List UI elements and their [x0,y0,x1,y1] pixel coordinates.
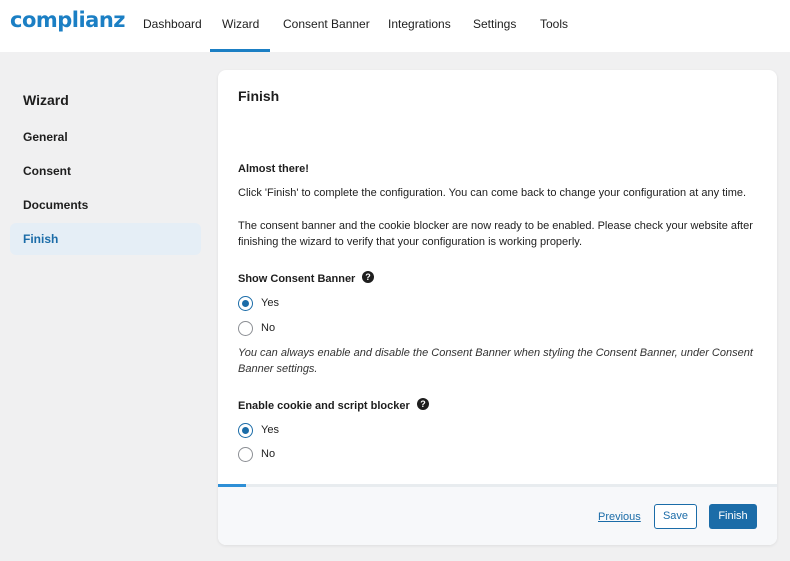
nav-active-indicator [210,49,270,52]
blocker-yes-radio[interactable] [238,423,253,438]
help-icon[interactable]: ? [362,271,374,283]
consent-banner-note: You can always enable and disable the Co… [238,347,753,375]
finish-instructions: Click 'Finish' to complete the configura… [238,187,747,199]
cookie-blocker-label: Enable cookie and script blocker [238,400,410,412]
nav-integrations[interactable]: Integrations [388,17,451,31]
sidebar-item-finish[interactable]: Finish [23,232,58,246]
sidebar-item-consent[interactable]: Consent [23,164,71,178]
nav-dashboard[interactable]: Dashboard [143,17,202,31]
show-banner-yes-radio[interactable] [238,296,253,311]
show-banner-yes-label[interactable]: Yes [261,297,279,309]
show-consent-banner-label: Show Consent Banner [238,273,356,285]
save-button[interactable]: Save [654,504,697,529]
previous-button[interactable]: Previous [598,511,641,523]
blocker-no-radio[interactable] [238,447,253,462]
sidebar-item-general[interactable]: General [23,130,68,144]
card-title: Finish [238,88,280,104]
nav-tools[interactable]: Tools [540,17,568,31]
finish-card: Finish Almost there! Click 'Finish' to c… [218,70,777,545]
almost-there-heading: Almost there! [238,163,309,175]
show-banner-no-radio[interactable] [238,321,253,336]
nav-consent-banner[interactable]: Consent Banner [283,17,370,31]
top-navigation-bar: complianz Dashboard Wizard Consent Banne… [0,0,790,52]
complianz-logo[interactable]: complianz [10,8,126,32]
show-banner-no-label[interactable]: No [261,322,275,334]
nav-wizard[interactable]: Wizard [222,17,259,31]
help-icon[interactable]: ? [417,398,429,410]
sidebar-item-documents[interactable]: Documents [23,198,88,212]
blocker-yes-label[interactable]: Yes [261,424,279,436]
finish-button[interactable]: Finish [709,504,757,529]
nav-settings[interactable]: Settings [473,17,516,31]
sidebar-title: Wizard [23,92,69,108]
blocker-no-label[interactable]: No [261,448,275,460]
finish-check-note: The consent banner and the cookie blocke… [238,220,753,248]
card-footer: Previous Save Finish [218,487,777,545]
